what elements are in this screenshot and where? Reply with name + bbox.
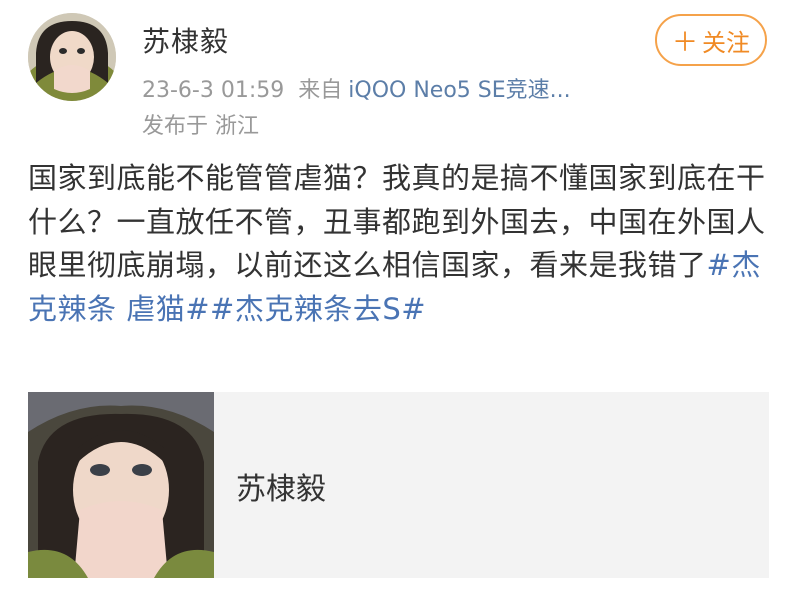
avatar-photo [28,13,116,101]
username[interactable]: 苏棣毅 [142,20,229,60]
source-label: 来自 [298,78,343,103]
profile-card[interactable]: 苏棣毅 [28,392,769,578]
weibo-post: 苏棣毅 23-6-3 01:59 来自 iQOO Neo5 SE竞速... 发布于 … [0,0,800,596]
follow-label: 关注 [702,28,750,57]
post-meta: 23-6-3 01:59 来自 iQOO Neo5 SE竞速... [142,72,571,104]
post-body: 国家到底能不能管管虐猫？我真的是搞不懂国家到底在干什么？一直放任不管，丑事都跑到… [28,157,768,331]
card-title: 苏棣毅 [236,472,326,507]
device-link[interactable]: iQOO Neo5 SE竞速... [348,78,570,103]
location: 发布于 浙江 [142,114,259,139]
card-photo [28,392,214,578]
follow-button[interactable]: ＋关注 [655,14,767,66]
avatar[interactable] [28,13,116,101]
plus-icon: ＋ [671,27,698,58]
hashtag-link[interactable]: #杰克辣条去S# [210,292,426,326]
post-text: 国家到底能不能管管虐猫？我真的是搞不懂国家到底在干什么？一直放任不管，丑事都跑到… [28,161,766,282]
card-photo-image [28,392,214,578]
timestamp: 23-6-3 01:59 [142,78,285,103]
